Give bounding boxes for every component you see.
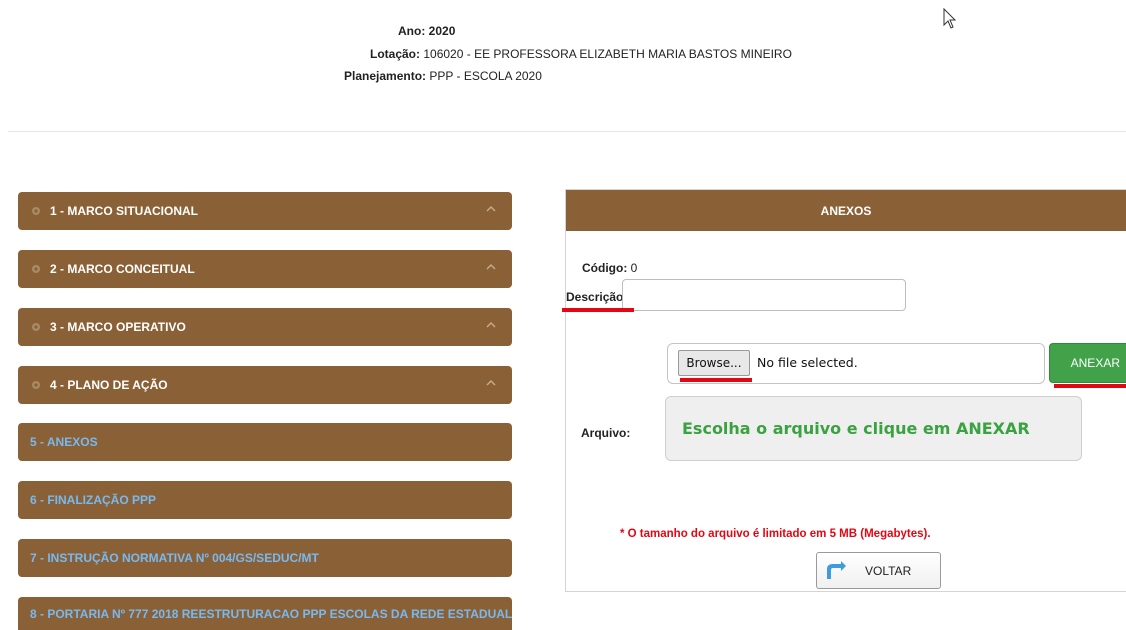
accordion-marco-conceitual[interactable]: 2 - MARCO CONCEITUAL [18, 250, 512, 288]
chevron-up-icon [486, 264, 496, 270]
menu-link-label: 6 - FINALIZAÇÃO PPP [30, 493, 157, 507]
planejamento-value: PPP - ESCOLA 2020 [429, 69, 542, 83]
chevron-up-icon [486, 380, 496, 386]
menu-link-anexos[interactable]: 5 - ANEXOS [18, 423, 512, 461]
codigo-label: Código: [582, 261, 628, 275]
ano-value: 2020 [428, 24, 456, 38]
descricao-label: Descrição: [566, 290, 628, 304]
accordion-label: 2 - MARCO CONCEITUAL [50, 262, 195, 276]
accordion-marco-situacional[interactable]: 1 - MARCO SITUACIONAL [18, 192, 512, 230]
chevron-up-icon [486, 206, 496, 212]
descricao-highlight [562, 308, 634, 312]
ano-label: Ano: [398, 24, 426, 38]
browse-highlight [680, 378, 752, 382]
menu-link-portaria[interactable]: 8 - PORTARIA Nº 777 2018 REESTRUTURACAO … [18, 597, 512, 630]
header-lotacao: Lotação: 106020 - EE PROFESSORA ELIZABET… [370, 47, 792, 61]
voltar-label: VOLTAR [865, 563, 912, 578]
menu-link-instrucao-normativa[interactable]: 7 - INSTRUÇÃO NORMATIVA Nº 004/GS/SEDUC/… [18, 539, 512, 577]
anexos-panel-title: ANEXOS [566, 190, 1126, 231]
codigo-value: 0 [630, 261, 638, 275]
anexar-button[interactable]: ANEXAR [1049, 343, 1126, 383]
accordion-plano-de-acao[interactable]: 4 - PLANO DE AÇÃO [18, 366, 512, 404]
no-file-selected-text: No file selected. [757, 355, 858, 370]
menu-link-label: 8 - PORTARIA Nº 777 2018 REESTRUTURACAO … [30, 606, 512, 621]
gear-icon [32, 323, 40, 331]
menu-link-label: 5 - ANEXOS [30, 435, 98, 449]
planejamento-label: Planejamento: [344, 69, 427, 83]
voltar-button[interactable]: VOLTAR [816, 552, 941, 589]
lotacao-value: 106020 - EE PROFESSORA ELIZABETH MARIA B… [423, 47, 792, 61]
descricao-input[interactable] [622, 279, 906, 311]
menu-link-label: 7 - INSTRUÇÃO NORMATIVA Nº 004/GS/SEDUC/… [30, 551, 319, 565]
accordion-label: 1 - MARCO SITUACIONAL [50, 204, 198, 218]
header-ano: Ano: 2020 [398, 24, 455, 38]
gear-icon [32, 265, 40, 273]
header-planejamento: Planejamento: PPP - ESCOLA 2020 [344, 69, 542, 83]
arquivo-hint-box: Escolha o arquivo e clique em ANEXAR [665, 396, 1082, 461]
anexar-highlight [1054, 384, 1126, 388]
file-size-note: * O tamanho do arquivo é limitado em 5 M… [620, 528, 931, 540]
arquivo-label: Arquivo: [581, 426, 631, 440]
back-arrow-icon [827, 560, 846, 579]
mouse-cursor-icon [943, 8, 957, 29]
lotacao-label: Lotação: [370, 47, 421, 61]
accordion-label: 4 - PLANO DE AÇÃO [50, 378, 168, 392]
accordion-label: 3 - MARCO OPERATIVO [50, 320, 186, 334]
accordion-marco-operativo[interactable]: 3 - MARCO OPERATIVO [18, 308, 512, 346]
header-divider [8, 131, 1126, 132]
gear-icon [32, 207, 40, 215]
gear-icon [32, 381, 40, 389]
chevron-up-icon [486, 322, 496, 328]
menu-link-finalizacao-ppp[interactable]: 6 - FINALIZAÇÃO PPP [18, 481, 512, 519]
codigo-row: Código: 0 [582, 261, 637, 275]
browse-button[interactable]: Browse... [678, 350, 750, 376]
